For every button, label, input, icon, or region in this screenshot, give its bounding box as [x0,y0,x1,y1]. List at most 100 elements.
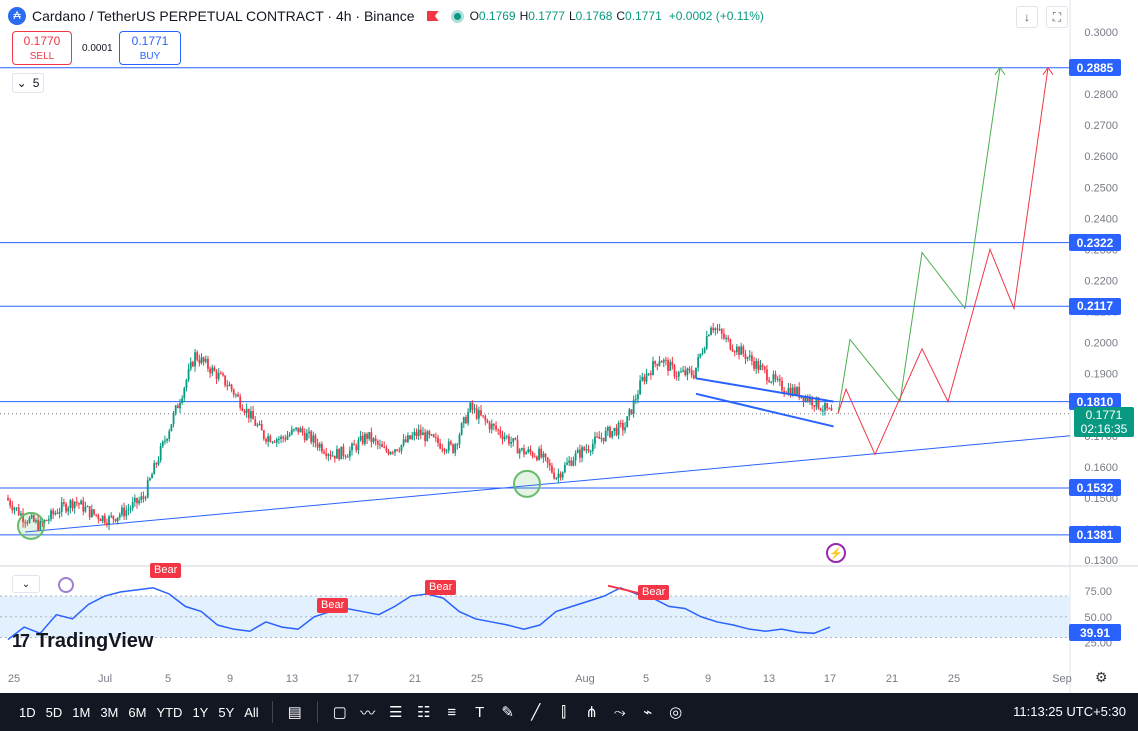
candle-body [428,431,431,435]
indicator-toggle-button[interactable]: ⌄ 5 [12,73,44,93]
timeframe-5y[interactable]: 5Y [213,705,239,720]
candle-body [475,408,478,419]
gear-icon[interactable]: ⚙ [1095,669,1108,686]
spread-value: 0.0001 [82,43,113,54]
text-tool-icon[interactable]: T [467,704,493,721]
candle-body [136,498,138,504]
candle-body [733,351,736,353]
candle-body [351,443,353,451]
candle-body [215,371,218,379]
candle-body [142,496,145,499]
candle-body [675,376,678,378]
candle-body [97,515,100,520]
candle-body [735,346,738,353]
fib-tool-icon[interactable]: ⋔ [579,703,605,721]
candle-body [665,359,667,361]
rsi-settings-icon[interactable] [58,577,74,593]
candle-body [202,357,205,362]
candle-body [619,422,622,424]
candle-body [357,440,360,451]
candle-body [684,370,687,376]
timeframe-1y[interactable]: 1Y [187,705,213,720]
candle-body [368,432,371,439]
chart-stage[interactable]: 0.30000.29000.28000.27000.26000.25000.24… [0,0,1138,731]
candle-body [602,437,605,442]
candle-body [493,423,495,426]
arrow-down-icon[interactable]: ↓ [1016,6,1038,28]
candle-body [458,434,461,445]
candle-body [164,440,166,442]
candle-body [649,373,652,376]
candle-body [615,427,618,436]
clock[interactable]: 11:13:25 UTC+5:30 [1013,704,1126,719]
candle-body [168,431,171,439]
time-tick-label: 25 [471,673,483,685]
timeframe-ytd[interactable]: YTD [151,705,187,720]
candle-body [645,373,648,382]
timeframe-1d[interactable]: 1D [14,705,41,720]
candle-body [325,453,328,456]
time-tick-label: 5 [165,673,171,685]
parallel-lines-icon[interactable]: ≡ [439,704,465,721]
tradingview-logo[interactable]: 17 TradingView [12,630,153,653]
timeframe-5d[interactable]: 5D [41,705,68,720]
candle-body [796,387,798,395]
candle-body [708,335,710,337]
candle-body [686,368,689,376]
bear-label: Bear [317,598,349,613]
candle-body [501,435,504,440]
brush-tool-icon[interactable]: ✎ [495,703,521,721]
candle-body [559,473,562,478]
candle-body [198,359,201,364]
candle-body [275,439,278,443]
timeframe-6m[interactable]: 6M [123,705,151,720]
measure-tool-icon[interactable]: ⌁ [635,703,661,721]
candle-body [533,456,536,458]
chart-canvas[interactable]: 0.30000.29000.28000.27000.26000.25000.24… [0,0,1138,693]
magnet-icon[interactable]: ◎ [663,703,689,721]
timeframe-1m[interactable]: 1M [67,705,95,720]
candle-body [207,358,209,369]
candle-body [50,510,52,520]
candle-body [499,430,502,436]
buy-button[interactable]: 0.1771 BUY [119,31,181,65]
fullscreen-icon[interactable]: ⛶ [1046,6,1068,28]
candle-body [267,436,270,442]
bar-pattern-icon[interactable]: ⫿ [551,704,577,721]
candle-body [118,514,121,518]
candle-body [490,423,493,430]
candle-body [626,416,629,428]
rsi-collapse-button[interactable]: ⌄ [12,575,40,593]
candle-body [658,361,661,366]
candle-body [744,353,747,359]
candle-body [705,336,708,349]
line-tool-icon[interactable]: ╱ [523,703,549,721]
candle-body [237,394,239,397]
candle-body [114,519,117,522]
pattern-tool-icon[interactable]: ⤳ [607,704,633,721]
timeframe-all[interactable]: All [239,705,263,720]
candle-body [13,508,16,511]
lightning-icon[interactable]: ⚡ [826,543,846,563]
long-position-icon[interactable]: ☰ [383,703,409,721]
timeframe-3m[interactable]: 3M [95,705,123,720]
sell-button[interactable]: 0.1770 SELL [12,31,72,65]
candle-body [241,407,244,411]
candle-body [671,361,674,366]
symbol-title[interactable]: Cardano / TetherUS PERPETUAL CONTRACT · … [32,8,415,24]
candle-body [718,329,721,331]
path-tool-icon[interactable]: 〰 [355,702,381,723]
candle-body [129,508,132,510]
flag-icon[interactable] [426,11,439,21]
date-range-icon[interactable]: ▤ [282,703,308,721]
candle-body [714,328,717,331]
candle-body [587,449,590,452]
short-position-icon[interactable]: ☷ [411,703,437,721]
candle-body [692,375,695,379]
candle-body [321,443,323,452]
candle-body [624,427,626,431]
candle-body [364,434,366,444]
candle-body [9,500,12,506]
candle-body [611,430,614,438]
rectangle-tool-icon[interactable]: ▢ [327,703,353,721]
